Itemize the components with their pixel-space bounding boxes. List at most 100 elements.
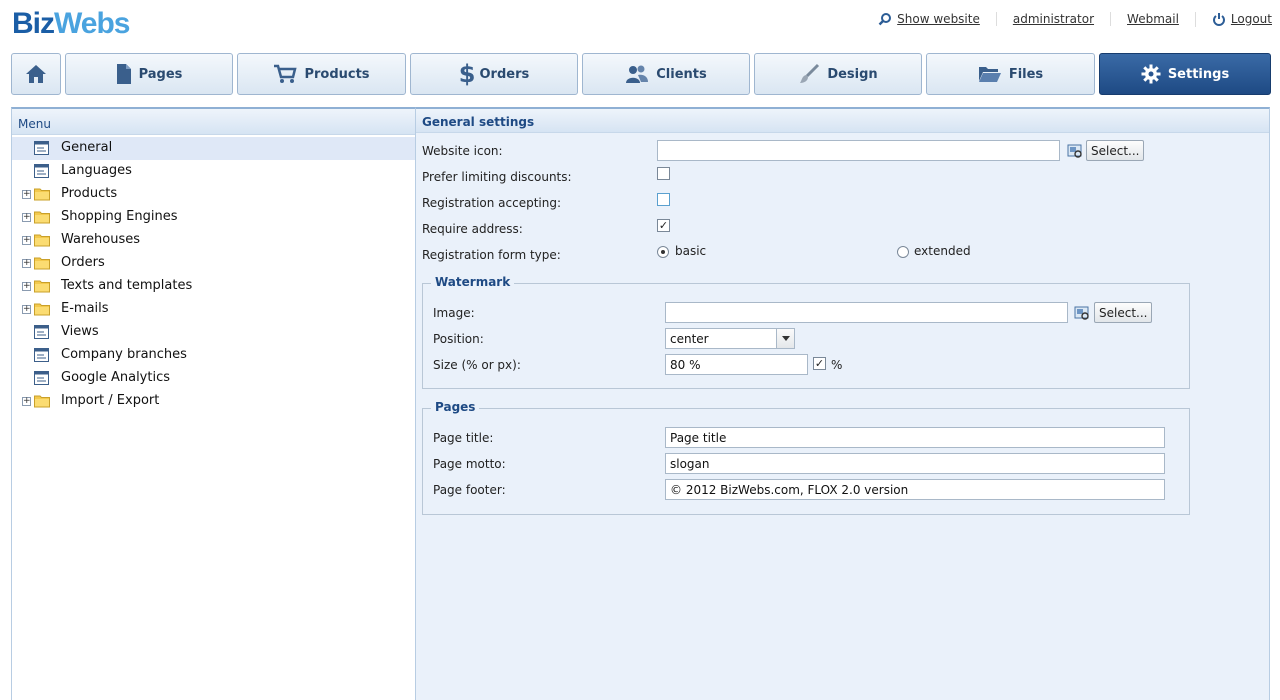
brush-icon [800,63,820,83]
sidebar-item[interactable]: + E-mails [12,298,415,321]
page-icon [34,141,49,159]
page-motto-input[interactable]: slogan [665,453,1165,474]
logo-text-webs: Webs [54,7,130,40]
browse-image-icon[interactable] [1067,143,1083,159]
tab-products[interactable]: Products [237,53,406,95]
tab-design[interactable]: Design [754,53,922,95]
sidebar-item-label: Orders [61,255,105,270]
prefer-limiting-checkbox[interactable] [657,167,670,180]
form-type-extended-label[interactable]: extended [914,244,971,258]
sidebar-item[interactable]: Google Analytics [12,367,415,390]
expand-icon[interactable]: + [22,259,31,268]
dollar-icon: $ [458,60,476,88]
website-icon-select-button[interactable]: Select... [1086,140,1145,161]
sidebar-item-label: E-mails [61,301,109,316]
form-type-extended-radio[interactable] [897,246,909,258]
sidebar-item-label: Import / Export [61,393,160,408]
folder-icon [34,279,50,297]
sidebar-item[interactable]: Languages [12,160,415,183]
expand-icon[interactable]: + [22,305,31,314]
folder-icon [34,233,50,251]
form-type-basic-label[interactable]: basic [675,244,706,258]
expand-icon[interactable]: + [22,190,31,199]
logo-text-biz: Biz [12,7,55,40]
webmail-label: Webmail [1127,12,1179,26]
position-value: center [670,332,709,346]
tab-settings[interactable]: Settings [1099,53,1271,95]
expand-icon[interactable]: + [22,397,31,406]
sidebar-item[interactable]: Views [12,321,415,344]
expand-icon[interactable]: + [22,236,31,245]
watermark-image-label: Image: [433,306,475,320]
require-address-label: Require address: [422,222,523,236]
position-label: Position: [433,332,484,346]
gear-icon [1141,64,1161,84]
tab-products-label: Products [304,66,370,82]
sidebar-item[interactable]: Company branches [12,344,415,367]
page-icon [116,64,131,84]
top-links: Show website administrator Webmail Logou… [862,10,1272,28]
form-type-basic-radio[interactable] [657,246,669,258]
require-address-checkbox[interactable]: ✓ [657,219,670,232]
home-icon [26,65,46,83]
sidebar-title: Menu [12,109,415,135]
watermark-fieldset: Watermark Image: Select... Position: cen… [422,275,1190,389]
sidebar-item-label: Texts and templates [61,278,193,293]
page-icon [34,348,49,366]
percent-label: % [831,358,843,372]
page-footer-input[interactable]: © 2012 BizWebs.com, FLOX 2.0 version [665,479,1165,500]
size-input[interactable]: 80 % [665,354,808,375]
registration-form-label: Registration form type: [422,248,561,262]
administrator-link[interactable]: administrator [995,12,1110,26]
watermark-select-button[interactable]: Select... [1094,302,1153,323]
sidebar-item-label: Languages [61,163,132,178]
registration-accepting-label: Registration accepting: [422,196,562,210]
show-website-link[interactable]: Show website [862,12,996,26]
page-title-input[interactable]: Page title [665,427,1165,448]
sidebar-item-label: Shopping Engines [61,209,178,224]
position-select[interactable]: center [665,328,795,349]
percent-checkbox[interactable]: ✓ [813,357,826,370]
folder-icon [34,256,50,274]
page-icon [34,164,49,182]
sidebar-item[interactable]: General [12,137,415,160]
prefer-limiting-label: Prefer limiting discounts: [422,170,572,184]
page-motto-label: Page motto: [433,457,506,471]
sidebar-item-label: Warehouses [61,232,141,247]
website-icon-input[interactable] [657,140,1060,161]
tab-orders-label: Orders [479,66,530,82]
page-footer-label: Page footer: [433,483,506,497]
sidebar-item[interactable]: + Import / Export [12,390,415,413]
tab-home[interactable] [11,53,61,95]
size-label: Size (% or px): [433,358,521,372]
tab-clients[interactable]: Clients [582,53,750,95]
expand-icon[interactable]: + [22,282,31,291]
show-website-label: Show website [897,12,980,26]
panel-title: General settings [416,109,1269,133]
users-icon [626,65,649,83]
tab-orders[interactable]: $ Orders [410,53,578,95]
tab-settings-label: Settings [1167,66,1230,82]
sidebar-item[interactable]: + Shopping Engines [12,206,415,229]
logo[interactable]: BizWebs [12,6,130,42]
logout-link[interactable]: Logout [1194,11,1272,27]
webmail-link[interactable]: Webmail [1110,12,1195,26]
sidebar-item[interactable]: + Texts and templates [12,275,415,298]
chevron-down-icon[interactable] [776,329,794,348]
sidebar-item[interactable]: + Orders [12,252,415,275]
sidebar-item-label: Google Analytics [61,370,171,385]
registration-accepting-checkbox[interactable] [657,193,670,206]
logout-label: Logout [1230,12,1272,26]
watermark-image-input[interactable] [665,302,1068,323]
tab-pages-label: Pages [138,66,183,82]
search-icon [878,13,892,26]
tab-pages[interactable]: Pages [65,53,233,95]
sidebar-item[interactable]: + Products [12,183,415,206]
tab-files[interactable]: Files [926,53,1095,95]
expand-icon[interactable]: + [22,213,31,222]
browse-image-icon[interactable] [1074,305,1090,321]
general-settings-panel: General settings Website icon: Select...… [415,107,1270,700]
sidebar-item-label: Company branches [61,347,187,362]
tab-design-label: Design [827,66,878,82]
sidebar-item[interactable]: + Warehouses [12,229,415,252]
